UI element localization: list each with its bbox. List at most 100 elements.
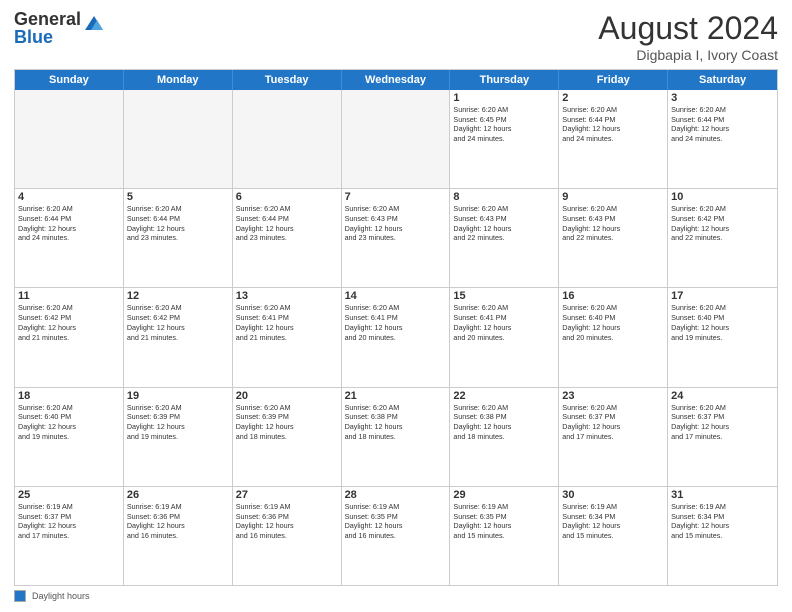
day-number: 24 bbox=[671, 390, 774, 402]
calendar-cell: 23Sunrise: 6:20 AM Sunset: 6:37 PM Dayli… bbox=[559, 388, 668, 486]
calendar-cell: 31Sunrise: 6:19 AM Sunset: 6:34 PM Dayli… bbox=[668, 487, 777, 585]
day-info: Sunrise: 6:20 AM Sunset: 6:40 PM Dayligh… bbox=[562, 303, 664, 342]
calendar-cell: 2Sunrise: 6:20 AM Sunset: 6:44 PM Daylig… bbox=[559, 90, 668, 188]
day-header-friday: Friday bbox=[559, 70, 668, 90]
calendar-week-3: 11Sunrise: 6:20 AM Sunset: 6:42 PM Dayli… bbox=[15, 288, 777, 387]
day-number: 14 bbox=[345, 290, 447, 302]
day-number: 7 bbox=[345, 191, 447, 203]
day-info: Sunrise: 6:20 AM Sunset: 6:38 PM Dayligh… bbox=[453, 403, 555, 442]
calendar-cell: 24Sunrise: 6:20 AM Sunset: 6:37 PM Dayli… bbox=[668, 388, 777, 486]
day-number: 2 bbox=[562, 92, 664, 104]
day-number: 11 bbox=[18, 290, 120, 302]
calendar-cell: 3Sunrise: 6:20 AM Sunset: 6:44 PM Daylig… bbox=[668, 90, 777, 188]
day-info: Sunrise: 6:20 AM Sunset: 6:37 PM Dayligh… bbox=[671, 403, 774, 442]
logo: General Blue bbox=[14, 10, 105, 46]
day-number: 6 bbox=[236, 191, 338, 203]
legend: Daylight hours bbox=[14, 590, 778, 602]
day-info: Sunrise: 6:20 AM Sunset: 6:39 PM Dayligh… bbox=[127, 403, 229, 442]
calendar-cell bbox=[15, 90, 124, 188]
day-number: 20 bbox=[236, 390, 338, 402]
day-number: 17 bbox=[671, 290, 774, 302]
day-header-sunday: Sunday bbox=[15, 70, 124, 90]
calendar-cell: 17Sunrise: 6:20 AM Sunset: 6:40 PM Dayli… bbox=[668, 288, 777, 386]
calendar-cell: 29Sunrise: 6:19 AM Sunset: 6:35 PM Dayli… bbox=[450, 487, 559, 585]
calendar-cell: 22Sunrise: 6:20 AM Sunset: 6:38 PM Dayli… bbox=[450, 388, 559, 486]
day-info: Sunrise: 6:20 AM Sunset: 6:38 PM Dayligh… bbox=[345, 403, 447, 442]
day-number: 30 bbox=[562, 489, 664, 501]
day-info: Sunrise: 6:19 AM Sunset: 6:36 PM Dayligh… bbox=[127, 502, 229, 541]
calendar-cell: 25Sunrise: 6:19 AM Sunset: 6:37 PM Dayli… bbox=[15, 487, 124, 585]
day-number: 27 bbox=[236, 489, 338, 501]
calendar-cell: 8Sunrise: 6:20 AM Sunset: 6:43 PM Daylig… bbox=[450, 189, 559, 287]
calendar-cell bbox=[124, 90, 233, 188]
day-info: Sunrise: 6:19 AM Sunset: 6:37 PM Dayligh… bbox=[18, 502, 120, 541]
day-number: 21 bbox=[345, 390, 447, 402]
day-number: 18 bbox=[18, 390, 120, 402]
day-info: Sunrise: 6:20 AM Sunset: 6:43 PM Dayligh… bbox=[345, 204, 447, 243]
day-info: Sunrise: 6:20 AM Sunset: 6:44 PM Dayligh… bbox=[671, 105, 774, 144]
calendar-cell: 28Sunrise: 6:19 AM Sunset: 6:35 PM Dayli… bbox=[342, 487, 451, 585]
day-info: Sunrise: 6:20 AM Sunset: 6:44 PM Dayligh… bbox=[127, 204, 229, 243]
day-number: 22 bbox=[453, 390, 555, 402]
calendar-cell: 6Sunrise: 6:20 AM Sunset: 6:44 PM Daylig… bbox=[233, 189, 342, 287]
day-info: Sunrise: 6:20 AM Sunset: 6:42 PM Dayligh… bbox=[18, 303, 120, 342]
day-header-saturday: Saturday bbox=[668, 70, 777, 90]
day-info: Sunrise: 6:19 AM Sunset: 6:34 PM Dayligh… bbox=[562, 502, 664, 541]
day-info: Sunrise: 6:20 AM Sunset: 6:45 PM Dayligh… bbox=[453, 105, 555, 144]
title-block: August 2024 Digbapia I, Ivory Coast bbox=[598, 10, 778, 63]
day-number: 12 bbox=[127, 290, 229, 302]
legend-color-box bbox=[14, 590, 26, 602]
day-info: Sunrise: 6:19 AM Sunset: 6:34 PM Dayligh… bbox=[671, 502, 774, 541]
calendar-cell: 4Sunrise: 6:20 AM Sunset: 6:44 PM Daylig… bbox=[15, 189, 124, 287]
calendar-cell: 5Sunrise: 6:20 AM Sunset: 6:44 PM Daylig… bbox=[124, 189, 233, 287]
calendar-cell: 30Sunrise: 6:19 AM Sunset: 6:34 PM Dayli… bbox=[559, 487, 668, 585]
calendar-cell: 20Sunrise: 6:20 AM Sunset: 6:39 PM Dayli… bbox=[233, 388, 342, 486]
day-info: Sunrise: 6:20 AM Sunset: 6:42 PM Dayligh… bbox=[671, 204, 774, 243]
month-year-title: August 2024 bbox=[598, 10, 778, 47]
day-number: 3 bbox=[671, 92, 774, 104]
page-container: General Blue August 2024 Digbapia I, Ivo… bbox=[0, 0, 792, 612]
day-header-thursday: Thursday bbox=[450, 70, 559, 90]
day-info: Sunrise: 6:20 AM Sunset: 6:37 PM Dayligh… bbox=[562, 403, 664, 442]
calendar-cell: 9Sunrise: 6:20 AM Sunset: 6:43 PM Daylig… bbox=[559, 189, 668, 287]
day-number: 15 bbox=[453, 290, 555, 302]
day-info: Sunrise: 6:20 AM Sunset: 6:41 PM Dayligh… bbox=[236, 303, 338, 342]
day-info: Sunrise: 6:20 AM Sunset: 6:44 PM Dayligh… bbox=[236, 204, 338, 243]
day-header-tuesday: Tuesday bbox=[233, 70, 342, 90]
legend-label: Daylight hours bbox=[32, 591, 90, 601]
day-info: Sunrise: 6:20 AM Sunset: 6:40 PM Dayligh… bbox=[18, 403, 120, 442]
calendar-body: 1Sunrise: 6:20 AM Sunset: 6:45 PM Daylig… bbox=[15, 90, 777, 585]
calendar-week-4: 18Sunrise: 6:20 AM Sunset: 6:40 PM Dayli… bbox=[15, 388, 777, 487]
day-info: Sunrise: 6:20 AM Sunset: 6:43 PM Dayligh… bbox=[453, 204, 555, 243]
calendar-cell: 18Sunrise: 6:20 AM Sunset: 6:40 PM Dayli… bbox=[15, 388, 124, 486]
calendar: SundayMondayTuesdayWednesdayThursdayFrid… bbox=[14, 69, 778, 586]
day-number: 10 bbox=[671, 191, 774, 203]
day-number: 8 bbox=[453, 191, 555, 203]
calendar-cell: 1Sunrise: 6:20 AM Sunset: 6:45 PM Daylig… bbox=[450, 90, 559, 188]
calendar-header: SundayMondayTuesdayWednesdayThursdayFrid… bbox=[15, 70, 777, 90]
calendar-cell: 27Sunrise: 6:19 AM Sunset: 6:36 PM Dayli… bbox=[233, 487, 342, 585]
day-number: 13 bbox=[236, 290, 338, 302]
day-info: Sunrise: 6:20 AM Sunset: 6:41 PM Dayligh… bbox=[345, 303, 447, 342]
calendar-cell bbox=[342, 90, 451, 188]
calendar-cell: 12Sunrise: 6:20 AM Sunset: 6:42 PM Dayli… bbox=[124, 288, 233, 386]
day-info: Sunrise: 6:20 AM Sunset: 6:42 PM Dayligh… bbox=[127, 303, 229, 342]
day-number: 23 bbox=[562, 390, 664, 402]
day-number: 1 bbox=[453, 92, 555, 104]
logo-icon bbox=[83, 12, 105, 34]
day-info: Sunrise: 6:20 AM Sunset: 6:43 PM Dayligh… bbox=[562, 204, 664, 243]
calendar-cell: 11Sunrise: 6:20 AM Sunset: 6:42 PM Dayli… bbox=[15, 288, 124, 386]
day-info: Sunrise: 6:19 AM Sunset: 6:35 PM Dayligh… bbox=[453, 502, 555, 541]
calendar-cell: 21Sunrise: 6:20 AM Sunset: 6:38 PM Dayli… bbox=[342, 388, 451, 486]
day-info: Sunrise: 6:20 AM Sunset: 6:39 PM Dayligh… bbox=[236, 403, 338, 442]
calendar-week-1: 1Sunrise: 6:20 AM Sunset: 6:45 PM Daylig… bbox=[15, 90, 777, 189]
day-number: 4 bbox=[18, 191, 120, 203]
day-info: Sunrise: 6:20 AM Sunset: 6:41 PM Dayligh… bbox=[453, 303, 555, 342]
location-subtitle: Digbapia I, Ivory Coast bbox=[598, 47, 778, 63]
day-number: 16 bbox=[562, 290, 664, 302]
day-number: 19 bbox=[127, 390, 229, 402]
day-header-monday: Monday bbox=[124, 70, 233, 90]
logo-general: General bbox=[14, 10, 81, 28]
calendar-cell: 26Sunrise: 6:19 AM Sunset: 6:36 PM Dayli… bbox=[124, 487, 233, 585]
day-number: 26 bbox=[127, 489, 229, 501]
